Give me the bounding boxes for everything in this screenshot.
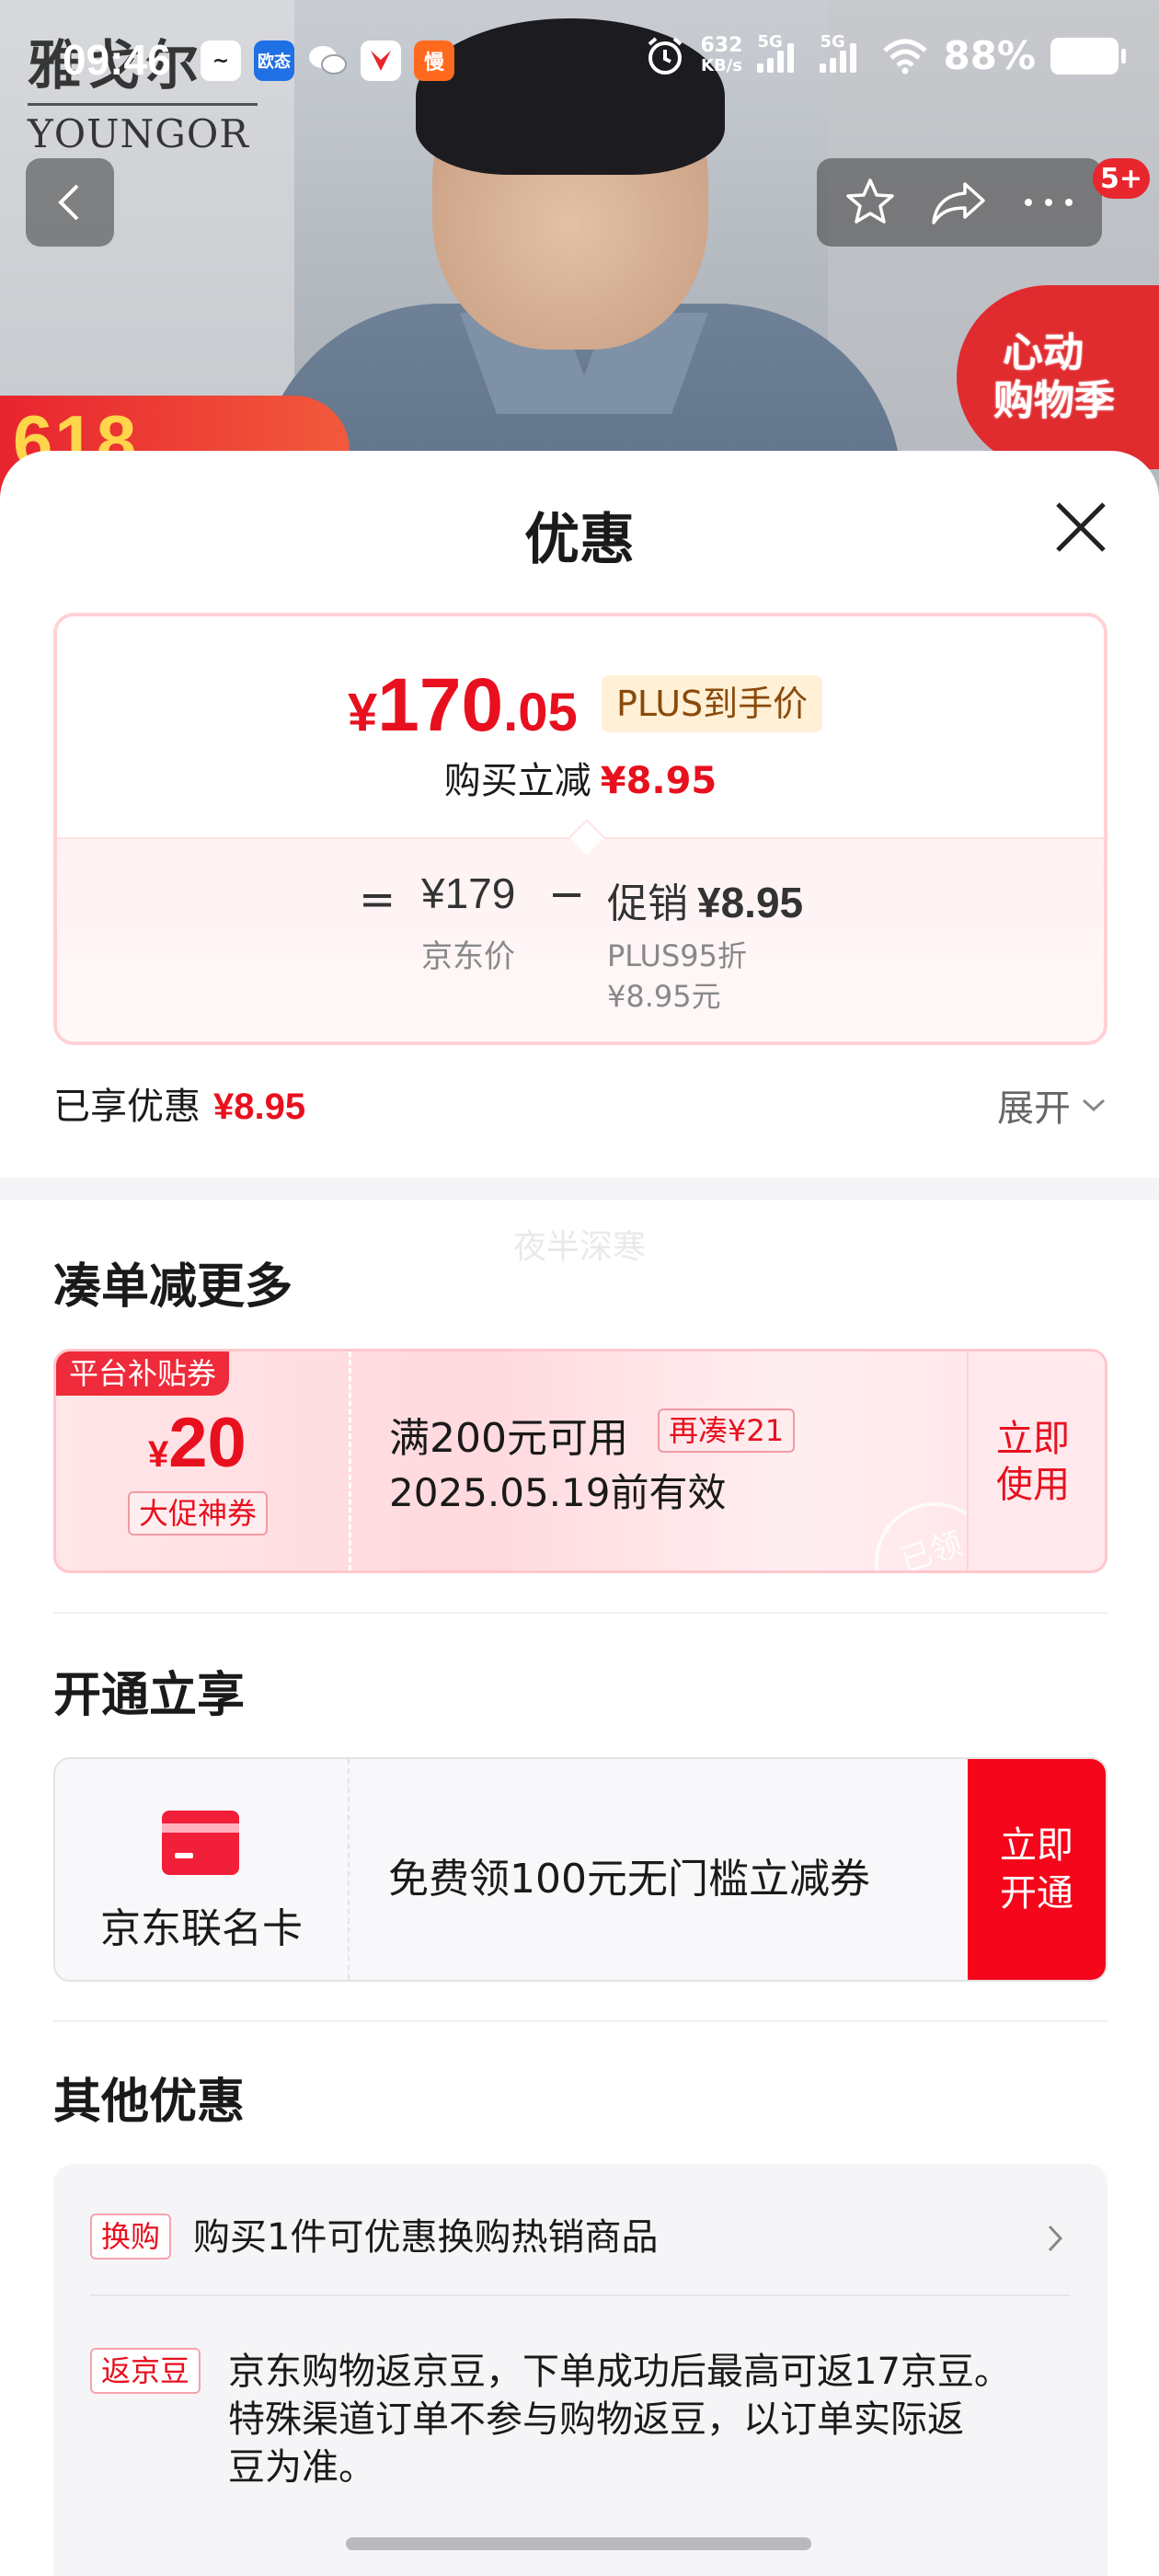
clock: 09:46 [63, 36, 171, 84]
coupon-amount: ¥20 [148, 1404, 247, 1482]
coupon-type-tag: 平台补贴券 [56, 1351, 230, 1396]
favorite-star-icon[interactable] [843, 175, 898, 230]
credit-card-icon [162, 1811, 239, 1875]
terminal-app-icon: ~ [201, 40, 241, 81]
price-calculation: = ¥179 京东价 − 促销 ¥8.95 PLUS95折 ¥8.95元 [359, 868, 804, 1014]
offer-tag: 返京豆 [90, 2348, 201, 2394]
coupon-kind: 大促神券 [128, 1491, 269, 1535]
offer-tag: 换购 [90, 2214, 172, 2260]
sheet-title: 优惠 [524, 508, 635, 572]
offer-text: 京东购物返京豆，下单成功后最高可返17京豆。 特殊渠道订单不参与购物返豆，以订单… [228, 2351, 1011, 2489]
manhua-app-icon: 慢 [414, 40, 454, 81]
card-name: 京东联名卡 [100, 1905, 303, 1952]
status-bar: 09:46 ~ 欧态 慢 632 KB/s 5G 5G 88% [0, 0, 1159, 120]
cellular-signal-icon-2: 5G [820, 32, 867, 73]
promotion-detail-amount: ¥8.95元 [607, 979, 721, 1014]
enjoyed-discount: 已享优惠 ¥8.95 [53, 1086, 306, 1128]
instant-discount: 购买立减 ¥8.95 [443, 760, 717, 802]
discount-sheet: 优惠 ¥170.05 PLUS到手价 购买立减 ¥8.95 = ¥179 京东价 … [0, 451, 1159, 2576]
network-speed: 632 KB/s [700, 33, 743, 75]
coupon-validity: 2025.05.19前有效 [389, 1470, 727, 1515]
other-offers-list: 换购 购买1件可优惠换购热销商品 返京豆 京东购物返京豆，下单成功后最高可返17… [53, 2164, 1107, 2576]
use-coupon-button[interactable]: 立即 使用 [978, 1416, 1088, 1508]
notification-icons: ~ 欧态 慢 [201, 40, 454, 81]
more-icon[interactable] [1021, 193, 1076, 212]
alarm-icon [648, 36, 682, 75]
offer-text: 购买1件可优惠换购热销商品 [193, 2216, 659, 2259]
promotion-amount: 促销 ¥8.95 [607, 879, 804, 927]
chevron-right-icon [1048, 2225, 1063, 2252]
chevron-down-icon [1082, 1098, 1106, 1112]
oftai-app-icon: 欧态 [254, 40, 294, 81]
youdao-app-icon [361, 40, 401, 81]
add-more-tag: 再凑¥21 [658, 1409, 796, 1453]
section-title-card: 开通立享 [53, 1668, 246, 1723]
section-divider [0, 1178, 1159, 1200]
section-title-other: 其他优惠 [53, 2075, 246, 2130]
coupon-card: 平台补贴券 ¥20 大促神券 满200元可用 再凑¥21 2025.05.19前… [53, 1349, 1107, 1573]
back-button[interactable] [26, 158, 114, 247]
message-count-badge: 5+ [1093, 158, 1151, 199]
final-price: ¥170.05 [348, 663, 578, 747]
jd-price: ¥179 [421, 869, 516, 917]
expand-button[interactable]: 展开 [997, 1078, 1107, 1132]
top-action-group [817, 158, 1102, 247]
share-icon[interactable] [930, 177, 989, 228]
close-icon[interactable] [1049, 495, 1113, 559]
battery-percent: 88% [943, 33, 1036, 78]
promotion-detail: PLUS95折 [607, 938, 747, 973]
battery-icon [1050, 37, 1126, 75]
promo-badge: 心动 购物季 [957, 285, 1159, 469]
jd-price-label: 京东价 [421, 938, 515, 975]
home-indicator[interactable] [346, 2537, 811, 2550]
wifi-icon [883, 39, 928, 74]
open-card-button[interactable]: 立即 开通 [968, 1759, 1106, 1980]
system-indicators: 632 KB/s 5G 5G 88% [644, 32, 1126, 78]
card-offer-description: 免费领100元无门槛立减券 [388, 1856, 870, 1903]
section-title-coupon: 凑单减更多 [53, 1259, 293, 1315]
wechat-app-icon [307, 40, 348, 81]
co-branded-card-offer: 京东联名卡 免费领100元无门槛立减券 立即 开通 [53, 1757, 1107, 1982]
offer-row-exchange[interactable]: 换购 购买1件可优惠换购热销商品 [90, 2214, 1071, 2269]
coupon-condition: 满200元可用 [389, 1415, 628, 1462]
offer-row-jingdou: 返京豆 京东购物返京豆，下单成功后最高可返17京豆。 特殊渠道订单不参与购物返豆… [90, 2348, 1071, 2504]
price-breakdown-card: ¥170.05 PLUS到手价 购买立减 ¥8.95 = ¥179 京东价 − 促… [53, 613, 1107, 1045]
plus-price-tag: PLUS到手价 [602, 675, 823, 732]
chevron-left-icon [58, 184, 79, 221]
divider [53, 2020, 1107, 2022]
cellular-signal-icon: 5G [757, 32, 805, 73]
divider [53, 1612, 1107, 1614]
